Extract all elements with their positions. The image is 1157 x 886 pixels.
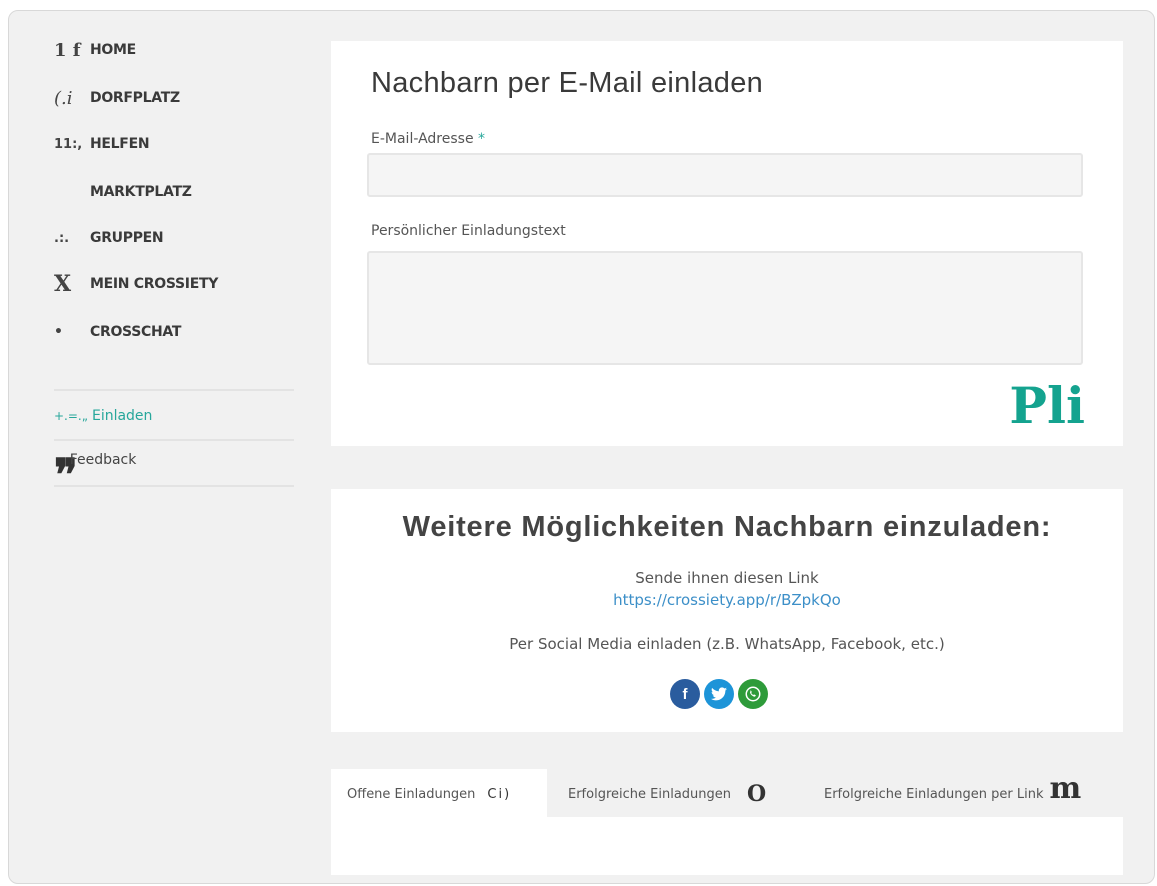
invite-link[interactable]: https://crossiety.app/r/BZpkQo xyxy=(613,591,841,609)
tab-count: m xyxy=(1049,770,1082,806)
sidebar-divider xyxy=(54,389,294,391)
sidebar-divider xyxy=(54,439,294,441)
whatsapp-icon[interactable] xyxy=(738,679,768,709)
groups-icon: .:. xyxy=(54,230,70,246)
facebook-icon[interactable]: f xyxy=(670,679,700,709)
app-frame: 1 f HOME (.i DORFPLATZ 11:, HELFEN MARKT… xyxy=(8,10,1155,884)
tab-content xyxy=(331,817,1123,875)
sidebar-item-home[interactable]: 1 f HOME xyxy=(54,35,136,65)
tab-successful-invitations[interactable]: Erfolgreiche Einladungen O xyxy=(568,769,766,819)
sidebar-item-label: Feedback xyxy=(69,452,137,468)
send-invite-button[interactable]: Pli xyxy=(1009,381,1085,431)
social-text: Per Social Media einladen (z.B. WhatsApp… xyxy=(509,635,945,653)
social-buttons: f xyxy=(670,679,768,709)
sidebar-item-marktplatz[interactable]: MARKTPLATZ xyxy=(54,177,192,207)
tab-label: Erfolgreiche Einladungen xyxy=(568,786,732,802)
message-textarea[interactable] xyxy=(367,251,1083,365)
email-label-text: E-Mail-Adresse xyxy=(371,131,474,147)
home-icon: 1 f xyxy=(54,39,81,61)
sidebar-item-gruppen[interactable]: .:. GRUPPEN xyxy=(54,223,164,253)
invite-email-card: Nachbarn per E-Mail einladen E-Mail-Adre… xyxy=(331,41,1123,446)
sidebar-item-crosschat[interactable]: • CROSSCHAT xyxy=(54,317,181,347)
sidebar-item-dorfplatz[interactable]: (.i DORFPLATZ xyxy=(54,83,180,113)
tab-count: O xyxy=(747,781,767,807)
chat-icon: • xyxy=(54,324,63,340)
sidebar-item-mein-crossiety[interactable]: X MEIN CROSSIETY xyxy=(54,269,218,299)
tab-open-invitations[interactable]: Offene Einladungen Ci) xyxy=(331,769,547,819)
sidebar-divider xyxy=(54,485,294,487)
email-label: E-Mail-Adresse * xyxy=(371,131,485,147)
tab-successful-link-invitations[interactable]: Erfolgreiche Einladungen per Link m xyxy=(824,769,1081,819)
tab-label: Erfolgreiche Einladungen per Link xyxy=(824,786,1044,802)
sidebar-item-label: GRUPPEN xyxy=(90,230,164,246)
more-options-card: Weitere Möglichkeiten Nachbarn einzulade… xyxy=(331,489,1123,732)
sidebar: 1 f HOME (.i DORFPLATZ 11:, HELFEN MARKT… xyxy=(9,11,309,883)
tab-count: Ci) xyxy=(487,786,512,802)
sidebar-item-label: MEIN CROSSIETY xyxy=(90,276,219,292)
sidebar-item-label: Einladen xyxy=(91,408,153,424)
sidebar-item-label: CROSSCHAT xyxy=(90,324,182,340)
section-heading: Weitere Möglichkeiten Nachbarn einzulade… xyxy=(402,511,1052,543)
tab-label: Offene Einladungen xyxy=(347,786,476,802)
twitter-bird-icon xyxy=(711,687,727,701)
help-icon: 11:, xyxy=(54,136,83,152)
sidebar-item-label: HELFEN xyxy=(90,136,150,152)
sidebar-item-label: DORFPLATZ xyxy=(90,90,180,106)
required-marker: * xyxy=(478,131,486,147)
sidebar-item-einladen[interactable]: +.=.„ Einladen xyxy=(54,408,152,424)
send-link-text: Sende ihnen diesen Link xyxy=(635,569,819,587)
profile-icon: X xyxy=(54,271,72,297)
whatsapp-phone-icon xyxy=(745,686,761,702)
invite-icon: +.=.„ xyxy=(54,409,88,423)
twitter-icon[interactable] xyxy=(704,679,734,709)
page-title: Nachbarn per E-Mail einladen xyxy=(371,67,764,99)
sidebar-item-feedback[interactable]: ❞ Feedback xyxy=(54,452,144,498)
sidebar-item-label: HOME xyxy=(90,42,136,58)
sidebar-item-helfen[interactable]: 11:, HELFEN xyxy=(54,129,150,159)
village-square-icon: (.i xyxy=(54,87,73,109)
quote-icon: ❞ xyxy=(54,450,78,501)
message-label: Persönlicher Einladungstext xyxy=(371,223,566,239)
sidebar-item-label: MARKTPLATZ xyxy=(90,184,192,200)
invite-link-wrapper: https://crossiety.app/r/BZpkQo xyxy=(331,591,1123,609)
email-field[interactable] xyxy=(367,153,1083,197)
invitation-tabs: Offene Einladungen Ci) Erfolgreiche Einl… xyxy=(331,769,1123,819)
